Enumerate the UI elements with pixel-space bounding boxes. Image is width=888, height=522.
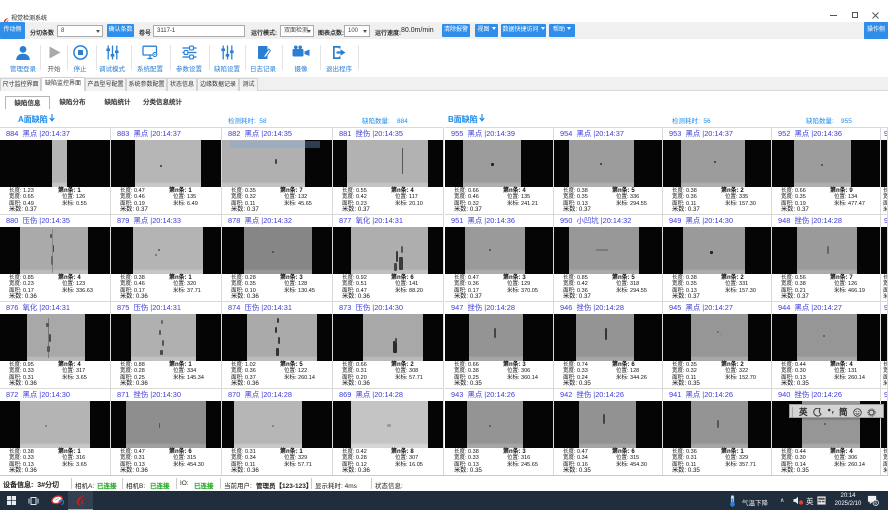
svg-text:6: 6 [874, 501, 877, 506]
